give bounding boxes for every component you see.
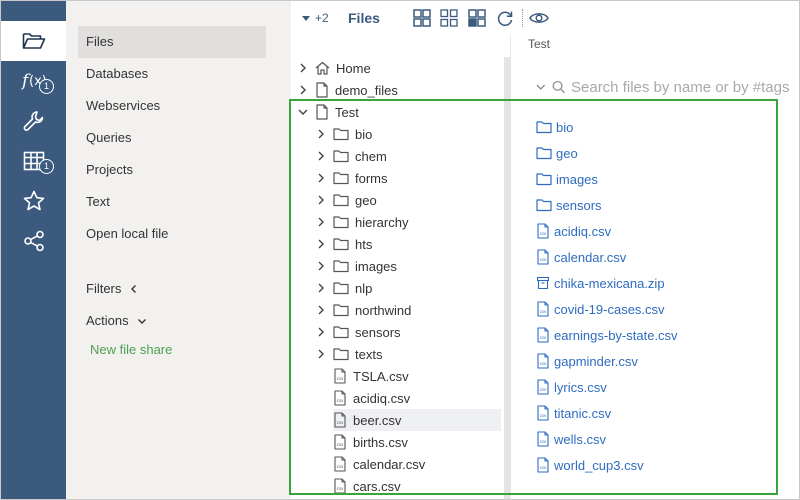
tree-item[interactable]: Home: [315, 57, 371, 79]
icon-rail: f (x) 1 1: [1, 1, 66, 499]
chevron-right-icon[interactable]: [297, 63, 309, 73]
filters-label: Filters: [86, 281, 122, 296]
search-bar: [536, 73, 799, 101]
refresh-icon: [497, 11, 513, 26]
search-icon: [552, 80, 565, 94]
nav-item-text[interactable]: Text: [78, 186, 266, 218]
chevron-down-icon: [137, 319, 146, 324]
rail-tables-button[interactable]: 1: [1, 141, 66, 181]
view-title: Files: [348, 10, 380, 26]
share-icon: [23, 230, 44, 252]
rail-functions-button[interactable]: f (x) 1: [1, 61, 66, 101]
functions-badge: 1: [39, 79, 54, 94]
new-file-share-link[interactable]: New file share: [90, 342, 172, 357]
preview-toggle-button[interactable]: [529, 1, 549, 35]
wrench-icon: [23, 111, 43, 131]
view-details-button[interactable]: [468, 1, 486, 35]
eye-icon: [529, 13, 549, 23]
caret-down-icon: [302, 16, 310, 21]
toolbar: +2 Files: [291, 1, 799, 35]
highlight-box: [289, 99, 778, 495]
actions-toggle[interactable]: Actions: [86, 309, 147, 333]
rail-favorites-button[interactable]: [1, 181, 66, 221]
star-icon: [23, 190, 44, 211]
tree-item-label: demo_files: [335, 82, 398, 98]
view-small-grid-button[interactable]: [440, 1, 458, 35]
tree-row[interactable]: demo_files: [291, 79, 506, 101]
nav-item-files[interactable]: Files: [78, 26, 266, 58]
toolbar-separator: [522, 1, 523, 35]
document-icon: [315, 82, 329, 98]
app-window: f (x) 1 1 Files Databases Webservices Qu…: [0, 0, 800, 500]
tree-item-label: Home: [336, 60, 371, 76]
breadcrumb[interactable]: Test: [528, 37, 550, 51]
tree-item[interactable]: demo_files: [315, 79, 398, 101]
folder-open-icon: [22, 33, 45, 49]
tree-row[interactable]: Home: [291, 57, 506, 79]
grid-large-icon: [413, 9, 431, 27]
refresh-button[interactable]: [496, 1, 514, 35]
search-input[interactable]: [571, 78, 799, 96]
chevron-down-icon[interactable]: [536, 82, 546, 92]
tables-badge: 1: [39, 159, 54, 174]
chevron-right-icon[interactable]: [297, 85, 309, 95]
collapse-toggle[interactable]: [301, 1, 311, 35]
nav-item-webservices[interactable]: Webservices: [78, 90, 266, 122]
rail-tools-button[interactable]: [1, 101, 66, 141]
view-large-grid-button[interactable]: [413, 1, 431, 35]
nav-item-projects[interactable]: Projects: [78, 154, 266, 186]
filters-toggle[interactable]: Filters: [86, 277, 139, 301]
rail-files-button[interactable]: [1, 21, 66, 61]
nav-item-databases[interactable]: Databases: [78, 58, 266, 90]
actions-label: Actions: [86, 313, 129, 328]
browse-nav: Files Databases Webservices Queries Proj…: [66, 1, 291, 499]
hidden-count[interactable]: +2: [315, 1, 329, 35]
home-icon: [315, 61, 330, 75]
rail-share-button[interactable]: [1, 221, 66, 261]
chevron-left-icon: [131, 285, 137, 293]
grid-small-icon: [440, 9, 458, 27]
nav-item-open-local-file[interactable]: Open local file: [78, 218, 266, 250]
grid-details-icon: [468, 9, 486, 27]
nav-item-queries[interactable]: Queries: [78, 122, 266, 154]
